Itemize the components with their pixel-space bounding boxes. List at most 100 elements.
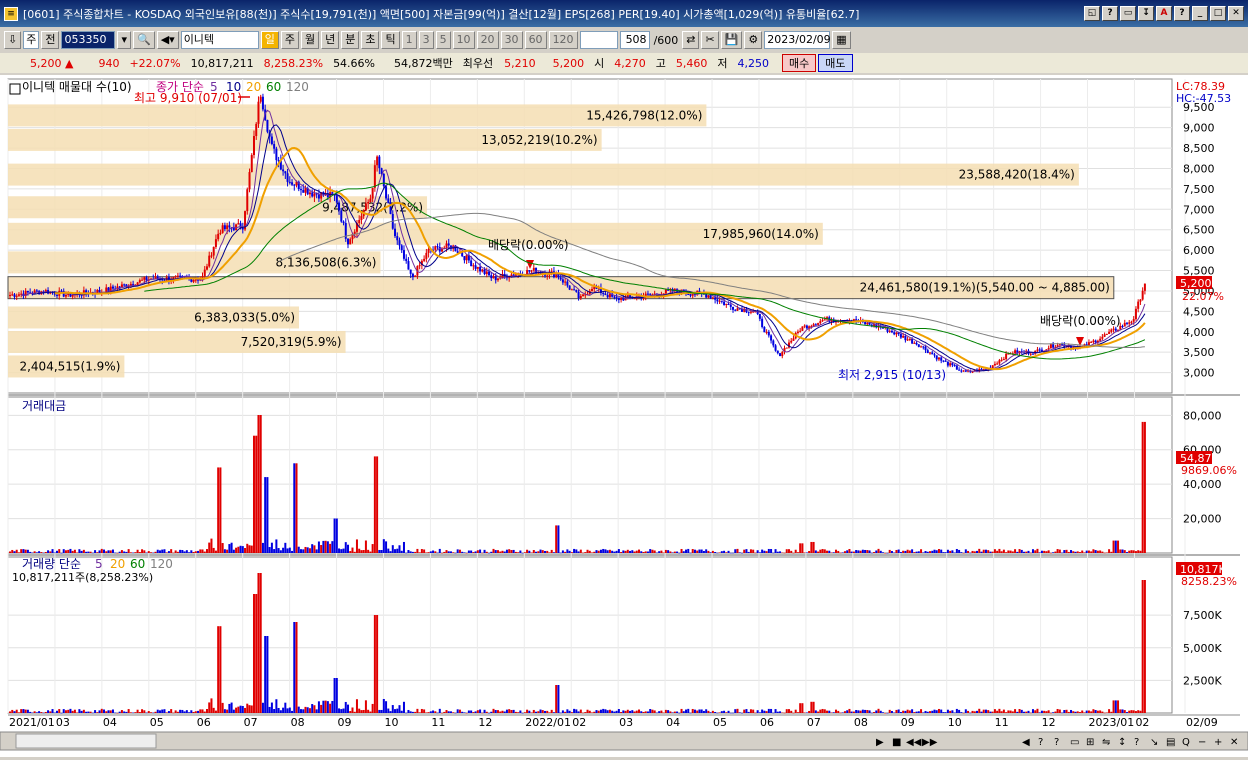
volume-bar	[185, 710, 188, 713]
period-tick[interactable]: 틱	[381, 31, 400, 49]
tool-icon[interactable]: ✂	[701, 31, 719, 49]
amount-bar	[179, 549, 182, 553]
amount-bar	[458, 549, 461, 553]
nav-button[interactable]: ▶▶	[922, 737, 938, 748]
buy-button[interactable]: 매수	[782, 54, 817, 72]
save-icon[interactable]: 💾	[720, 31, 743, 49]
period-year[interactable]: 년	[321, 31, 340, 49]
num-5[interactable]: 5	[435, 31, 451, 49]
volume-bar	[638, 709, 641, 713]
amount-bar	[315, 549, 318, 553]
amount-bar	[479, 549, 482, 553]
speaker-icon[interactable]: ◀▾	[156, 31, 179, 49]
download-icon[interactable]: ↧	[1138, 6, 1154, 21]
nav-button[interactable]: ✕	[1230, 737, 1238, 748]
period-minute[interactable]: 분	[341, 31, 360, 49]
num-120[interactable]: 120	[548, 31, 578, 49]
volume-bar	[1009, 710, 1012, 713]
amount-bar	[344, 542, 347, 553]
volume-bar	[604, 709, 607, 713]
link-icon[interactable]: ◱	[1084, 6, 1100, 21]
nav-button[interactable]: ?	[1134, 737, 1139, 748]
nav-button[interactable]: Q	[1182, 737, 1190, 748]
num-30[interactable]: 30	[500, 31, 523, 49]
amount-bar	[774, 549, 777, 553]
volume-bar	[729, 712, 732, 714]
period-second[interactable]: 초	[361, 31, 380, 49]
nav-button[interactable]: ↘	[1150, 737, 1158, 748]
nav-button[interactable]: ⊞	[1086, 737, 1094, 748]
search-icon[interactable]: 🔍	[133, 31, 155, 49]
close-button[interactable]: ✕	[1228, 6, 1244, 21]
nav-button[interactable]: −	[1198, 737, 1206, 748]
date-input[interactable]: 2023/02/09	[764, 31, 831, 49]
nav-button[interactable]: +	[1214, 737, 1222, 748]
amount-bar	[976, 550, 979, 553]
type-select[interactable]: 주	[23, 31, 40, 49]
info-icon[interactable]: ?	[1174, 6, 1190, 21]
help-icon[interactable]: ?	[1102, 6, 1118, 21]
candle-body	[411, 273, 414, 277]
volume-bar	[458, 709, 461, 713]
amount-bar	[754, 552, 757, 554]
x-tick-label: 04	[103, 716, 117, 729]
num-3[interactable]: 3	[418, 31, 434, 49]
calendar-icon[interactable]: ▦	[832, 31, 851, 49]
amount-bar	[530, 552, 533, 554]
amount-bar	[1061, 552, 1064, 554]
minimize-button[interactable]: _	[1192, 6, 1208, 21]
nav-button[interactable]: ◀◀	[906, 737, 922, 748]
amount-bar	[411, 551, 414, 553]
volume-bar	[870, 712, 873, 714]
candle-body	[425, 252, 428, 259]
arrows-icon[interactable]: ⇄	[682, 31, 700, 49]
period-day[interactable]: 일	[260, 31, 279, 49]
font-icon[interactable]: A	[1156, 6, 1172, 21]
nav-button[interactable]: ■	[892, 737, 901, 748]
volume-bar	[1112, 700, 1115, 713]
nav-button[interactable]: ↕	[1118, 737, 1126, 748]
period-week[interactable]: 주	[280, 31, 299, 49]
nav-button[interactable]: ▭	[1070, 737, 1079, 748]
volume-bar	[145, 712, 148, 714]
period-month[interactable]: 월	[300, 31, 320, 49]
volume-bar	[416, 708, 419, 713]
volume-bar	[29, 711, 32, 713]
amount-bar	[154, 551, 157, 553]
nav-button[interactable]: ?	[1054, 737, 1059, 748]
num-20[interactable]: 20	[476, 31, 499, 49]
volume-bar	[129, 712, 132, 713]
nav-button[interactable]: ▤	[1166, 737, 1175, 748]
sell-button[interactable]: 매도	[818, 54, 853, 72]
volume-bar	[1025, 711, 1028, 713]
num-1[interactable]: 1	[401, 31, 417, 49]
maximize-button[interactable]: □	[1210, 6, 1226, 21]
dropdown-icon[interactable]: ▾	[117, 31, 131, 49]
vol-ma-20: 20	[110, 557, 125, 571]
chart-area[interactable]: 15,426,798(12.0%) 13,052,219(10.2%) 23,588…	[0, 75, 1248, 757]
amount-bar	[60, 552, 63, 554]
volume-bar	[402, 701, 405, 713]
count-input[interactable]: 508	[619, 31, 650, 49]
chart-svg[interactable]: 15,426,798(12.0%) 13,052,219(10.2%) 23,588…	[0, 75, 1248, 757]
volume-bar	[40, 712, 43, 713]
window-icon[interactable]: ▭	[1120, 6, 1136, 21]
num-60[interactable]: 60	[524, 31, 547, 49]
settings-icon[interactable]: ⚙	[744, 31, 763, 49]
nav-button[interactable]: ⇋	[1102, 737, 1110, 748]
code-input[interactable]: 053350	[61, 31, 116, 49]
candle-body	[210, 255, 213, 257]
custom-period-input[interactable]	[579, 31, 618, 49]
nav-button[interactable]: ?	[1038, 737, 1043, 748]
num-10[interactable]: 10	[452, 31, 475, 49]
pin-icon[interactable]: ⇩	[4, 31, 22, 49]
candle-body	[284, 171, 287, 174]
amount-bar	[747, 551, 750, 553]
prefix-button[interactable]: 전	[41, 31, 60, 49]
nav-button[interactable]: ◀	[1022, 737, 1030, 748]
volume-bar	[277, 707, 280, 713]
amount-bar	[17, 552, 20, 553]
volume-bar	[808, 710, 811, 713]
nav-button[interactable]: ▶	[876, 737, 884, 748]
ma-60: 60	[266, 80, 281, 94]
